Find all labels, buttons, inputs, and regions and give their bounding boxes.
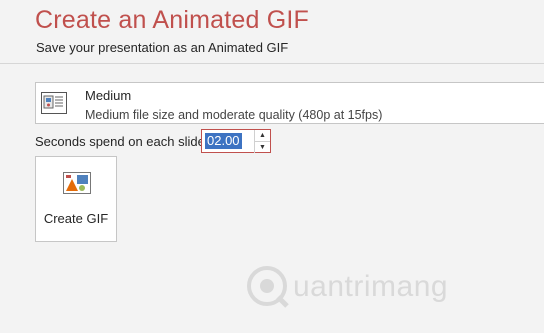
quality-dropdown[interactable]: Medium Medium file size and moderate qua… xyxy=(35,82,544,124)
watermark-logo-icon xyxy=(247,266,289,308)
presentation-quality-icon xyxy=(41,92,67,114)
page-subtitle: Save your presentation as an Animated GI… xyxy=(36,40,289,55)
spin-down-button[interactable]: ▼ xyxy=(254,141,270,153)
divider xyxy=(0,63,544,64)
animated-gif-icon xyxy=(63,172,91,194)
watermark-text: uantrimang xyxy=(293,270,449,303)
seconds-per-slide-spinner[interactable]: 02.00 ▲ ▼ xyxy=(201,129,271,153)
spin-up-button[interactable]: ▲ xyxy=(254,130,270,141)
seconds-per-slide-input[interactable]: 02.00 xyxy=(205,133,242,149)
page-title: Create an Animated GIF xyxy=(35,6,309,34)
create-gif-label: Create GIF xyxy=(43,211,109,226)
quality-name: Medium xyxy=(85,88,132,103)
create-gif-button[interactable]: Create GIF xyxy=(35,156,117,242)
watermark: uantrimang xyxy=(245,264,475,309)
seconds-per-slide-label: Seconds spend on each slide: xyxy=(35,134,209,149)
quality-description: Medium file size and moderate quality (4… xyxy=(85,108,383,122)
